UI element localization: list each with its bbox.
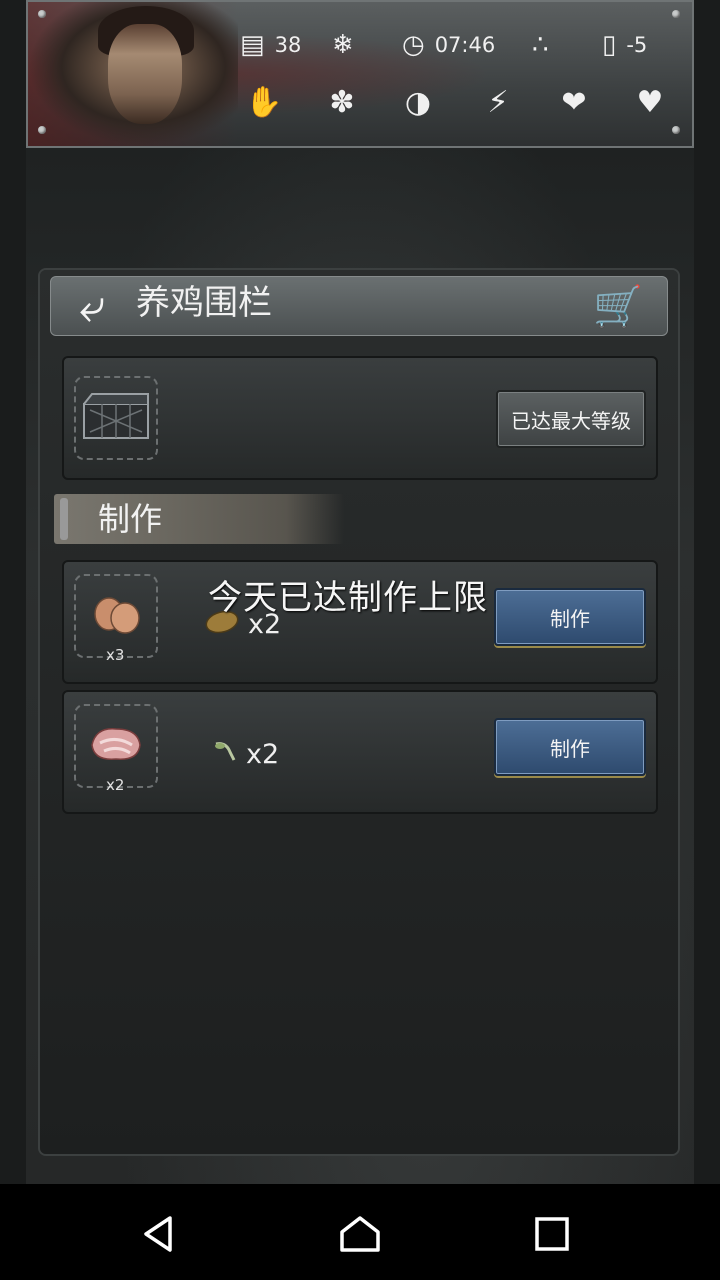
mood-icon[interactable]: ❤ bbox=[556, 84, 592, 120]
time-display: ◷ 07:46 bbox=[402, 30, 495, 60]
season-indicator: ❄ bbox=[332, 30, 364, 60]
nav-recents-icon[interactable] bbox=[520, 1204, 584, 1264]
day-value: 38 bbox=[274, 33, 302, 57]
snow-flakes-icon: ∴ bbox=[532, 30, 549, 60]
craft-limit-message: 今天已达制作上限 bbox=[208, 578, 488, 618]
section-title: 制作 bbox=[98, 500, 163, 538]
ingredient-count: x2 bbox=[246, 739, 280, 770]
cart-icon[interactable]: 🛒 bbox=[582, 280, 654, 334]
recipe-row: x2 x2 制作 bbox=[62, 690, 658, 814]
thermometer-icon: ▯ bbox=[602, 30, 617, 60]
energy-icon[interactable]: ⚡ bbox=[480, 84, 516, 120]
status-bar: ▤ 38 ❄ ◷ 07:46 ∴ ▯ -5 ✋ ✽ ◑ ⚡ ❤ ♥ bbox=[26, 0, 694, 148]
back-arrow-icon[interactable]: ⤶ bbox=[60, 280, 124, 330]
output-count: x2 bbox=[106, 776, 125, 794]
rivet bbox=[672, 126, 680, 134]
temperature-display: ▯ -5 bbox=[602, 30, 647, 60]
hand-icon[interactable]: ✋ bbox=[245, 84, 282, 120]
rivet bbox=[38, 10, 46, 18]
time-value: 07:46 bbox=[434, 33, 496, 57]
meat-icon bbox=[84, 720, 148, 766]
temperature-value: -5 bbox=[626, 33, 648, 57]
rivet bbox=[672, 10, 680, 18]
building-slot: 已达最大等级 bbox=[62, 356, 658, 480]
day-counter: ▤ 38 bbox=[240, 30, 301, 60]
character-portrait[interactable] bbox=[28, 2, 238, 146]
herb-icon bbox=[212, 738, 238, 771]
snowflake-icon: ❄ bbox=[332, 30, 354, 60]
calendar-icon: ▤ bbox=[240, 30, 265, 60]
chicken-coop-icon bbox=[78, 388, 154, 444]
weather-indicator: ∴ bbox=[532, 30, 559, 60]
eggs-icon bbox=[86, 592, 146, 636]
craft-button[interactable]: 制作 bbox=[494, 718, 646, 776]
max-level-button[interactable]: 已达最大等级 bbox=[496, 390, 646, 448]
nav-home-icon[interactable] bbox=[328, 1204, 392, 1264]
nav-back-icon[interactable] bbox=[128, 1204, 192, 1264]
clock-icon: ◷ bbox=[402, 30, 425, 60]
brain-icon[interactable]: ✽ bbox=[324, 84, 360, 120]
heart-icon[interactable]: ♥ bbox=[632, 84, 668, 120]
stomach-icon[interactable]: ◑ bbox=[400, 84, 436, 120]
rivet bbox=[38, 126, 46, 134]
page-title: 养鸡围栏 bbox=[136, 283, 272, 323]
craft-button[interactable]: 制作 bbox=[494, 588, 646, 646]
output-count: x3 bbox=[106, 646, 125, 664]
ingredient: x2 bbox=[212, 738, 279, 771]
